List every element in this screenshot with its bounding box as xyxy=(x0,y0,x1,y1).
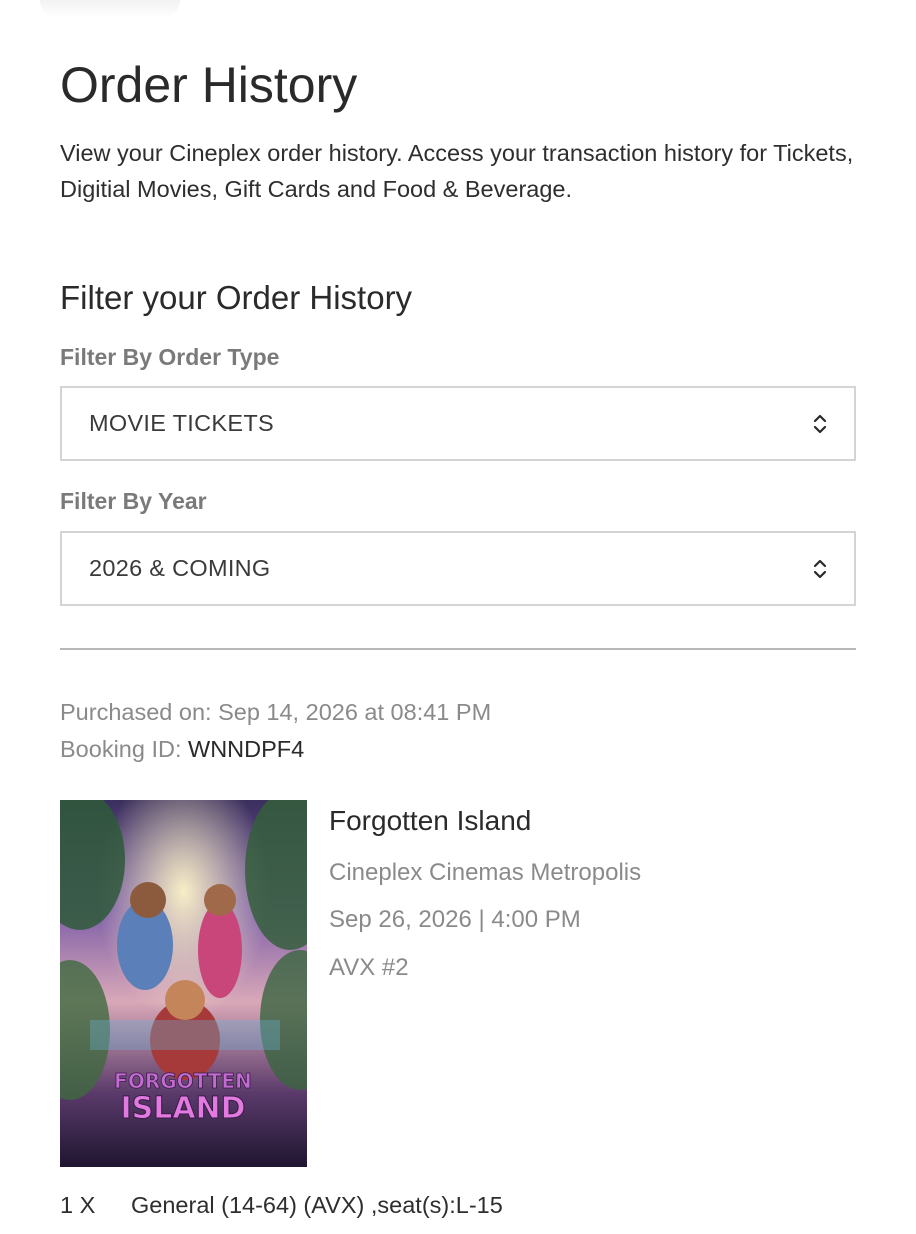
page-title: Order History xyxy=(60,57,358,113)
booking-label: Booking ID: xyxy=(60,736,182,762)
section-divider xyxy=(60,648,856,650)
purchased-value: Sep 14, 2026 at 08:41 PM xyxy=(218,699,492,725)
movie-title[interactable]: Forgotten Island xyxy=(329,805,531,837)
order-type-select[interactable]: MOVIE TICKETS xyxy=(60,386,856,461)
top-edge-shadow xyxy=(40,0,180,18)
year-select[interactable]: 2026 & COMING xyxy=(60,531,856,606)
ticket-description: General (14-64) (AVX) ,seat(s):L-15 xyxy=(131,1192,503,1218)
poster-title-line2: ISLAND xyxy=(120,1091,245,1126)
movie-poster-image[interactable]: FORGOTTEN ISLAND xyxy=(60,800,307,1167)
booking-id-value: WNNDPF4 xyxy=(188,736,305,762)
order-type-selected-value: MOVIE TICKETS xyxy=(89,410,274,436)
ticket-line-item: 1 X General (14-64) (AVX) ,seat(s):L-15 xyxy=(60,1192,503,1219)
showtime: Sep 26, 2026 | 4:00 PM xyxy=(329,906,581,933)
poster-artwork: FORGOTTEN ISLAND xyxy=(60,800,307,1167)
auditorium: AVX #2 xyxy=(329,954,409,981)
poster-title-line1: FORGOTTEN xyxy=(114,1069,252,1093)
year-label: Filter By Year xyxy=(60,488,207,514)
page-intro: View your Cineplex order history. Access… xyxy=(60,140,854,202)
filter-heading: Filter your Order History xyxy=(60,279,413,316)
purchase-date-line: Purchased on: Sep 14, 2026 at 08:41 PM xyxy=(60,699,491,726)
purchased-label: Purchased on: xyxy=(60,699,212,725)
theatre-name: Cineplex Cinemas Metropolis xyxy=(329,859,642,886)
booking-id-line: Booking ID: WNNDPF4 xyxy=(60,736,304,763)
chevron-up-down-icon xyxy=(813,559,827,579)
chevron-up-down-icon xyxy=(813,414,827,434)
year-selected-value: 2026 & COMING xyxy=(89,555,271,581)
order-type-label: Filter By Order Type xyxy=(60,344,280,370)
ticket-quantity: 1 X xyxy=(60,1192,96,1218)
